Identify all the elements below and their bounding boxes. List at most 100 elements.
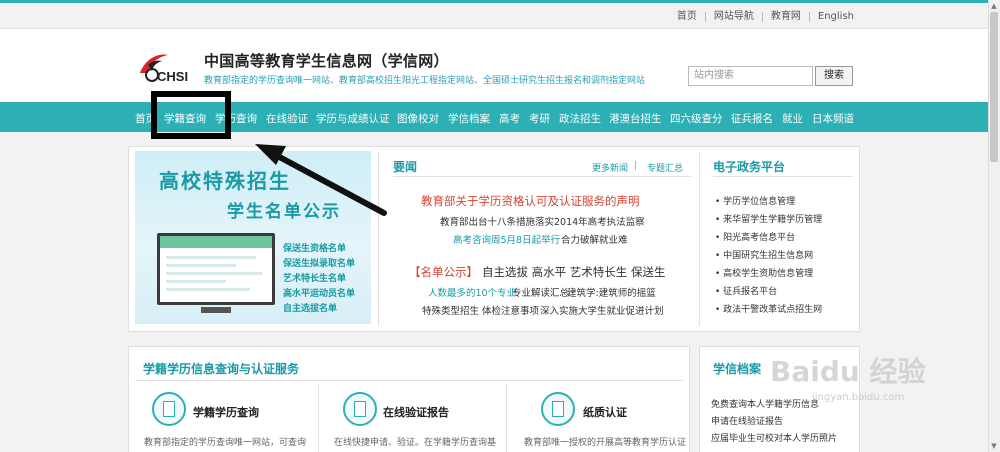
nav-item-archive[interactable]: 学信档案: [448, 111, 490, 126]
feature-headline[interactable]: 自主选拔 高水平 艺术特长生 保送生: [482, 264, 665, 280]
top-link-english[interactable]: English: [808, 12, 854, 22]
banner-special-admission[interactable]: 高校特殊招生 学生名单公示 保送生资格名单 保送生拟录取名单 艺术特长生名单 高…: [135, 151, 371, 324]
monitor-icon: [157, 233, 275, 305]
doc-shape: [552, 401, 564, 417]
services-divider: [135, 380, 683, 381]
more-news-link[interactable]: 更多新闻: [592, 161, 628, 174]
news-item[interactable]: 特殊类型招生 体检注意事项: [422, 303, 539, 317]
banner-list-item: 保送生资格名单: [283, 244, 347, 254]
vertical-scrollbar[interactable]: ▲ ▼: [988, 0, 1000, 452]
logo-text: CHSI: [157, 69, 189, 84]
egov-item-label: 阳光高考信息平台: [723, 233, 796, 243]
egov-item[interactable]: • 学历学位信息管理: [715, 194, 795, 207]
paper-cert-icon[interactable]: [541, 392, 575, 426]
egov-item-label: 政法干警改革试点招生网: [723, 305, 823, 315]
news-item-teal[interactable]: 高考咨询周5月8日起举行: [453, 232, 560, 246]
screen-line: [166, 264, 236, 267]
banner-list-item: 保送生拟录取名单: [283, 259, 356, 269]
egov-item[interactable]: • 阳光高考信息平台: [715, 230, 795, 243]
nav-item-japan[interactable]: 日本频道: [812, 111, 854, 126]
archive-item[interactable]: 应届毕业生可校对本人学历照片: [711, 431, 837, 444]
egov-item-label: 高校学生资助信息管理: [723, 269, 814, 279]
egov-item-label: 中国研究生招生信息网: [723, 251, 814, 261]
news-item[interactable]: 合力破解就业难: [561, 232, 628, 246]
banner-list-item: 高水平运动员名单: [283, 289, 356, 299]
archive-title: 学信档案: [713, 362, 762, 376]
screen-line: [166, 288, 250, 291]
nav-item-cet[interactable]: 四六级查分: [670, 111, 723, 126]
news-item[interactable]: 深入实施大学生就业促进计划: [540, 303, 664, 317]
topics-link[interactable]: 专题汇总: [647, 161, 683, 174]
nav-item-law[interactable]: 政法招生: [559, 111, 601, 126]
news-item[interactable]: 建筑学:建筑师的摇篮: [567, 285, 656, 299]
column-divider: [378, 152, 379, 326]
news-divider: [393, 176, 691, 177]
top-accent-line: [0, 0, 988, 3]
service-desc: 在线快捷申请、验证。在学籍学历查询基: [334, 438, 497, 448]
egov-item-label: 征兵报名平台: [723, 287, 778, 297]
news-title: 要闻: [393, 160, 418, 174]
services-col-divider: [506, 384, 507, 452]
search-button[interactable]: 搜索: [815, 66, 853, 86]
archive-item[interactable]: 免费查询本人学籍学历信息: [711, 397, 819, 410]
highlight-box: [151, 91, 231, 139]
egov-item[interactable]: • 来华留学生学籍学历管理: [715, 212, 822, 225]
search-input[interactable]: 站内搜索: [688, 66, 813, 86]
search-doc-icon[interactable]: [152, 392, 186, 426]
report-icon[interactable]: [343, 392, 377, 426]
site-title: 中国高等教育学生信息网（学信网）: [204, 52, 449, 70]
service-title[interactable]: 纸质认证: [583, 404, 627, 420]
doc-shape: [354, 401, 366, 417]
egov-item-label: 学历学位信息管理: [723, 197, 796, 207]
archive-item[interactable]: 申请在线验证报告: [711, 414, 783, 427]
nav-item-cert[interactable]: 学历与成绩认证: [316, 111, 390, 126]
baidu-watermark-url: jingyan.baidu.com: [812, 392, 905, 403]
service-title[interactable]: 学籍学历查询: [193, 404, 259, 420]
service-desc: 教育部指定的学历查询唯一网站，可查询: [144, 438, 307, 448]
top-link-edu[interactable]: 教育网: [761, 12, 809, 22]
column-divider: [699, 152, 700, 326]
screen-line: [166, 256, 256, 259]
services-col-divider: [318, 384, 319, 452]
top-links: 首页 网站导航 教育网 English: [669, 12, 854, 22]
site-subtitle: 教育部指定的学历查询唯一网站、教育部高校招生阳光工程指定网站、全国硕士研究生招生…: [204, 76, 646, 86]
screen-line: [166, 280, 226, 283]
news-item[interactable]: 教育部出台十八条措施落实2014年高考执法监察: [440, 214, 645, 228]
nav-item-gaokao[interactable]: 高考: [499, 111, 520, 126]
screen-header: [160, 236, 272, 248]
egov-divider: [713, 176, 853, 177]
news-headline[interactable]: 教育部关于学历资格认可及认证服务的声明: [421, 193, 640, 209]
egov-item[interactable]: • 政法干警改革试点招生网: [715, 302, 822, 315]
monitor-stand: [201, 307, 231, 313]
services-title: 学籍学历信息查询与认证服务: [143, 362, 300, 376]
nav-item-jobs[interactable]: 就业: [782, 111, 803, 126]
scroll-up-icon[interactable]: ▲: [990, 2, 998, 10]
service-desc: 教育部唯一授权的开展高等教育学历认证: [524, 438, 687, 448]
nav-item-army[interactable]: 征兵报名: [731, 111, 773, 126]
banner-list-item: 艺术特长生名单: [283, 274, 347, 284]
scroll-down-icon[interactable]: ▼: [990, 442, 998, 450]
baidu-watermark: Baidu 经验: [770, 355, 926, 388]
egov-title: 电子政务平台: [713, 160, 786, 174]
top-link-sitemap[interactable]: 网站导航: [704, 12, 762, 22]
screen-line: [166, 272, 262, 275]
egov-item[interactable]: • 中国研究生招生信息网: [715, 248, 813, 261]
banner-subtitle: 学生名单公示: [227, 202, 341, 222]
nav-item-kaoyan[interactable]: 考研: [529, 111, 550, 126]
banner-list-item: 自主选拔名单: [283, 304, 338, 314]
more-sep: |: [634, 161, 638, 171]
egov-item[interactable]: • 高校学生资助信息管理: [715, 266, 813, 279]
nav-item-online-verify[interactable]: 在线验证: [266, 111, 308, 126]
egov-item-label: 来华留学生学籍学历管理: [723, 215, 823, 225]
news-item-teal[interactable]: 人数最多的10个专业: [428, 285, 516, 299]
nav-item-photo-check[interactable]: 图像校对: [397, 111, 439, 126]
service-title[interactable]: 在线验证报告: [383, 404, 449, 420]
news-item[interactable]: 专业解读汇总: [512, 285, 569, 299]
egov-item[interactable]: • 征兵报名平台: [715, 284, 777, 297]
feature-bracket[interactable]: 【名单公示】: [409, 264, 478, 280]
nav-item-hk-tw[interactable]: 港澳台招生: [609, 111, 662, 126]
banner-title: 高校特殊招生: [159, 169, 291, 193]
top-link-home[interactable]: 首页: [669, 12, 705, 22]
scrollbar-thumb[interactable]: [990, 12, 998, 162]
doc-shape: [163, 401, 175, 417]
